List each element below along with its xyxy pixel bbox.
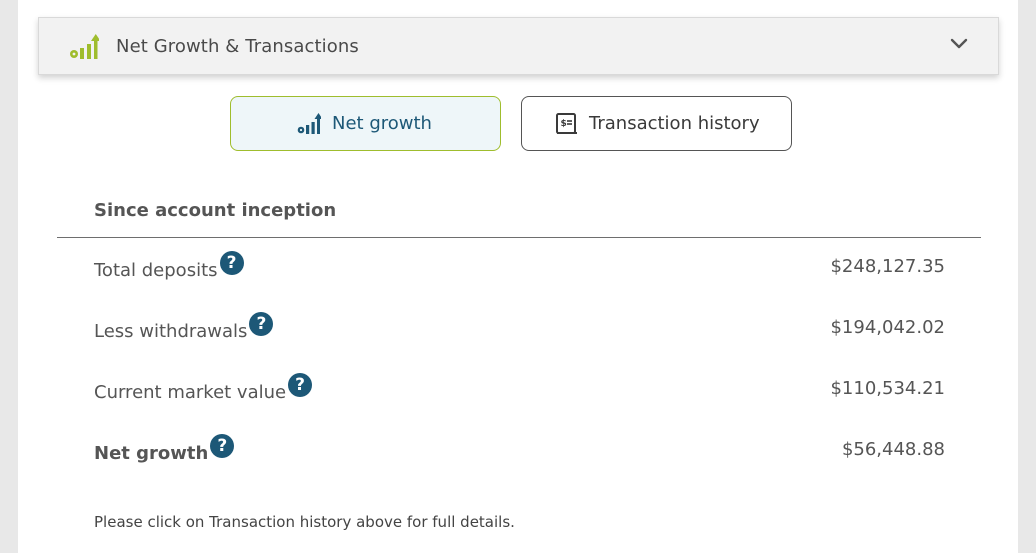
- tab-transaction-history[interactable]: $ Transaction history: [521, 96, 792, 151]
- row-label-total-deposits: Total deposits?: [94, 251, 244, 283]
- accordion-title: Net Growth & Transactions: [116, 36, 359, 57]
- help-icon[interactable]: ?: [210, 434, 235, 458]
- accordion-header[interactable]: Net Growth & Transactions: [38, 17, 999, 75]
- footnote: Please click on Transaction history abov…: [94, 513, 515, 531]
- chevron-down-icon[interactable]: [950, 38, 968, 50]
- row-label-less-withdrawals: Less withdrawals?: [94, 312, 274, 344]
- row-label-text: Less withdrawals: [94, 321, 248, 342]
- tab-net-growth[interactable]: Net growth: [230, 96, 501, 151]
- help-icon[interactable]: ?: [219, 251, 244, 275]
- row-label-net-growth: Net growth?: [94, 434, 235, 466]
- row-label-current-market-value: Current market value?: [94, 373, 313, 405]
- row-value-current-market-value: $110,534.21: [830, 378, 945, 399]
- row-label-text: Net growth: [94, 443, 209, 464]
- svg-text:$: $: [561, 119, 567, 129]
- section-title: Since account inception: [94, 200, 337, 221]
- help-icon[interactable]: ?: [288, 373, 313, 397]
- row-label-text: Total deposits: [94, 260, 218, 281]
- row-label-text: Current market value: [94, 382, 287, 403]
- growth-chart-icon: [297, 113, 321, 134]
- row-value-less-withdrawals: $194,042.02: [830, 317, 945, 338]
- divider: [57, 237, 981, 238]
- growth-chart-icon: [70, 34, 99, 59]
- receipt-icon: $: [556, 113, 577, 134]
- tab-transaction-history-label: Transaction history: [589, 113, 760, 134]
- row-value-net-growth: $56,448.88: [841, 439, 945, 460]
- tab-net-growth-label: Net growth: [332, 113, 432, 134]
- row-value-total-deposits: $248,127.35: [830, 256, 945, 277]
- help-icon[interactable]: ?: [249, 312, 274, 336]
